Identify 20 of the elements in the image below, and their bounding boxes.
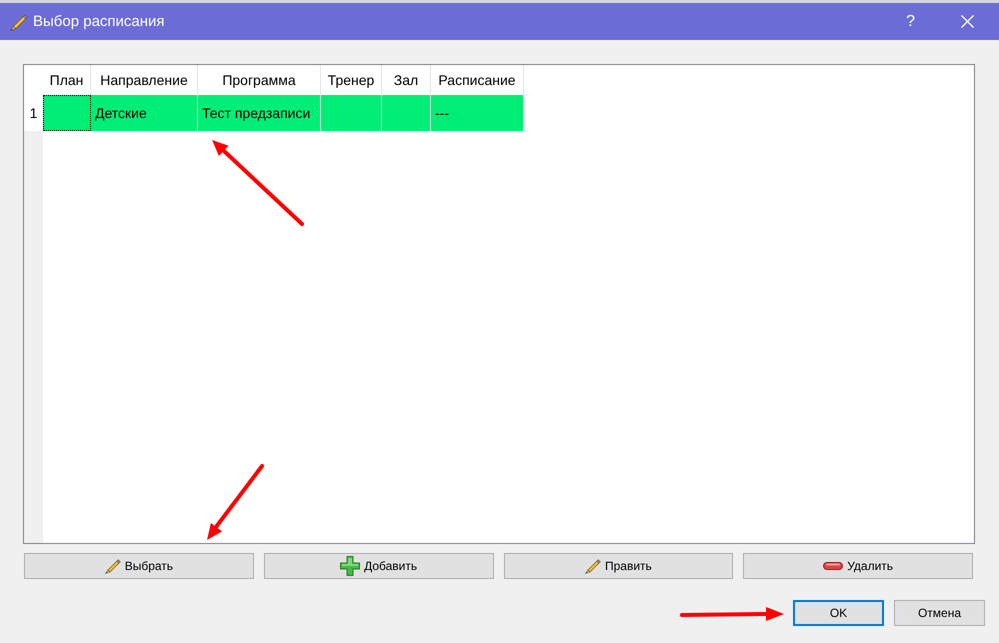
close-button[interactable]: [961, 15, 974, 28]
close-icon: [961, 15, 974, 28]
row-number: 1: [24, 95, 43, 131]
plus-icon: [340, 556, 360, 576]
pencil-icon: [104, 558, 121, 574]
help-button[interactable]: ?: [904, 12, 917, 30]
ok-button[interactable]: OK: [793, 600, 884, 626]
cancel-button[interactable]: Отмена: [894, 600, 985, 626]
minus-bar-icon: [823, 562, 844, 570]
table-row[interactable]: Детские Тест предзаписи ---: [43, 95, 524, 131]
action-button[interactable]: Удалить: [743, 553, 973, 579]
table-cell: ---: [431, 95, 524, 131]
action-button[interactable]: Добавить: [264, 553, 494, 579]
action-button[interactable]: Выбрать: [24, 553, 254, 579]
action-button[interactable]: Править: [504, 553, 734, 579]
table-cell: Детские: [91, 95, 198, 131]
window-title: Выбор расписания: [33, 13, 165, 30]
pencil-icon: [584, 558, 601, 574]
pencil-icon: [10, 12, 28, 30]
table-cell: Тест предзаписи: [198, 95, 321, 131]
